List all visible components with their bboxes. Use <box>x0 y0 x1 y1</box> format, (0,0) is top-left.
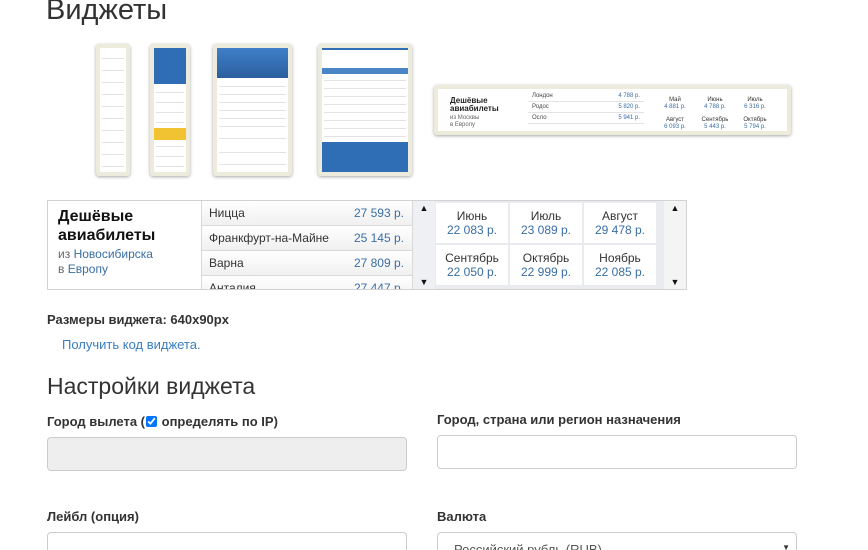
list-item[interactable]: Ницца 27 593 р. <box>202 201 412 226</box>
to-region-link[interactable]: Европу <box>68 262 108 276</box>
scroll-down-icon[interactable]: ▼ <box>418 277 430 287</box>
thumbnail-body <box>217 48 288 172</box>
scroll-down-icon[interactable]: ▼ <box>669 277 681 287</box>
list-item[interactable]: Франкфурт-на-Майне 25 145 р. <box>202 226 412 251</box>
currency-select[interactable]: Российский рубль (RUB) ▼ <box>437 532 797 550</box>
month-cell[interactable]: Июль 23 089 р. <box>510 203 582 243</box>
currency-label: Валюта <box>437 509 487 524</box>
thumbnail-row: Родос 5 820 р. <box>528 104 644 113</box>
chevron-down-icon: ▼ <box>782 543 790 550</box>
list-item[interactable]: Анталия 27 447 р. <box>202 276 412 289</box>
settings-title: Настройки виджета <box>47 373 256 399</box>
preview-header: Дешёвые авиабилеты из Новосибирска в Евр… <box>48 201 201 289</box>
currency-selected-value: Российский рубль (RUB) <box>454 542 602 550</box>
widget-preview: Дешёвые авиабилеты из Новосибирска в Евр… <box>47 200 687 290</box>
month-cell[interactable]: Июнь 22 083 р. <box>436 203 508 243</box>
preview-title: Дешёвые авиабилеты <box>58 208 156 244</box>
label-input[interactable] <box>47 532 407 550</box>
thumbnail-body <box>154 48 186 172</box>
thumbnail-subtitle: из Москвы в Европу <box>450 115 480 128</box>
months-grid: Июнь 22 083 р. Июль 23 089 р. Август 29 478… <box>435 201 664 289</box>
destination-label: Город, страна или регион назначения <box>437 412 681 427</box>
destinations-list: Ницца 27 593 р. Франкфурт-на-Майне 25 145 … <box>201 201 413 289</box>
month-cell[interactable]: Ноябрь 22 085 р. <box>584 245 656 285</box>
scroll-up-icon[interactable]: ▲ <box>418 203 430 213</box>
scroll-up-icon[interactable]: ▲ <box>669 203 681 213</box>
thumbnail-title: Дешёвые авиабилеты <box>450 96 499 113</box>
thumbnail-body <box>100 48 126 172</box>
label-option-label: Лейбл (опция) <box>47 509 139 524</box>
thumbnail-row: Осло 5 941 р. <box>528 115 644 124</box>
preview-subtitle: из Новосибирска в Европу <box>58 247 153 276</box>
detect-by-ip-checkbox[interactable] <box>146 416 158 427</box>
thumbnail-month-grid: Май 4 881 р. Июнь 4 788 р. Июль 6 316 р. Ав… <box>664 97 767 130</box>
get-code-link[interactable]: Получить код виджета. <box>62 337 201 352</box>
widget-thumbnail-medium[interactable] <box>213 44 292 176</box>
departure-city-label: Город вылета ( определять по IP) <box>47 414 278 429</box>
grid-scrollbar[interactable]: ▲ ▼ <box>664 201 686 289</box>
month-cell[interactable]: Сентябрь 22 050 р. <box>436 245 508 285</box>
list-item[interactable]: Варна 27 809 р. <box>202 251 412 276</box>
widget-thumbnail-narrow-blue[interactable] <box>150 44 190 176</box>
thumbnail-row: Лондон 4 788 р. <box>528 93 644 102</box>
widget-thumbnail-horizontal[interactable]: Дешёвые авиабилеты из Москвы в Европу Лонд… <box>434 85 791 135</box>
departure-city-input[interactable] <box>47 437 407 471</box>
widget-thumbnail-narrow[interactable] <box>96 44 130 176</box>
from-city-link[interactable]: Новосибирска <box>74 247 153 261</box>
month-cell[interactable]: Август 29 478 р. <box>584 203 656 243</box>
widget-size-label: Размеры виджета: 640x90px <box>47 312 229 327</box>
thumbnail-body <box>322 48 408 172</box>
thumbnail-body: Дешёвые авиабилеты из Москвы в Европу Лонд… <box>438 89 787 131</box>
page-title: Виджеты <box>46 0 168 26</box>
month-cell[interactable]: Октябрь 22 999 р. <box>510 245 582 285</box>
list-scrollbar[interactable]: ▲ ▼ <box>413 201 435 289</box>
destination-input[interactable] <box>437 435 797 469</box>
widget-thumbnail-wide[interactable] <box>318 44 412 176</box>
